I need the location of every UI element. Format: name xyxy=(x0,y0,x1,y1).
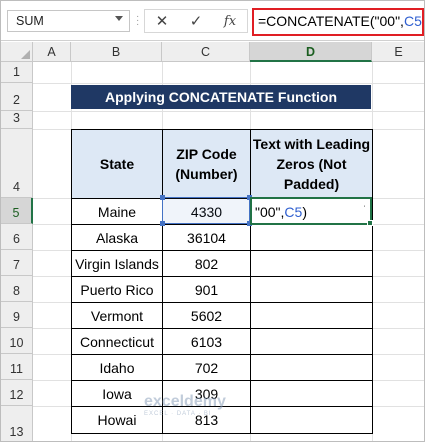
row-number: 9 xyxy=(13,310,20,324)
state-cell[interactable]: Vermont xyxy=(72,303,162,328)
row-header-12[interactable]: 12 xyxy=(1,380,33,406)
row-header-6[interactable]: 6 xyxy=(1,224,33,250)
row-header-3[interactable]: 3 xyxy=(1,111,33,129)
gridline xyxy=(33,111,424,112)
edit-text-reference: C5 xyxy=(284,204,303,220)
formula-closing: ) xyxy=(422,13,423,29)
formula-input[interactable]: =CONCATENATE("00",C5) xyxy=(252,8,424,36)
name-box[interactable]: SUM xyxy=(7,10,130,32)
column-header-a[interactable]: A xyxy=(33,42,71,62)
state-cell[interactable]: Puerto Rico xyxy=(72,277,162,302)
row-header-2[interactable]: 2 xyxy=(1,83,33,111)
row-header-10[interactable]: 10 xyxy=(1,328,33,354)
state-cell[interactable]: Alaska xyxy=(72,225,162,250)
zip-cell[interactable]: 702 xyxy=(163,355,250,380)
zip-cell[interactable]: 36104 xyxy=(163,225,250,250)
table-title: Applying CONCATENATE Function xyxy=(71,85,371,109)
drag-handle-icon[interactable]: · · · xyxy=(136,12,139,30)
row-number: 2 xyxy=(13,93,20,107)
insert-function-icon[interactable]: fx xyxy=(219,12,241,32)
table-border xyxy=(71,433,373,434)
chevron-down-icon[interactable] xyxy=(115,16,123,21)
row-number: 4 xyxy=(13,180,20,194)
table-border xyxy=(71,276,373,277)
column-header-b[interactable]: B xyxy=(71,42,162,62)
formula-text: =CONCATENATE("00", xyxy=(258,13,404,29)
header-state[interactable]: State xyxy=(72,130,162,198)
table-border xyxy=(372,129,373,434)
row-header-13[interactable]: 13 xyxy=(1,406,33,441)
table-border xyxy=(71,250,373,251)
row-header-9[interactable]: 9 xyxy=(1,302,33,328)
table-border xyxy=(71,129,72,434)
state-cell[interactable]: Maine xyxy=(72,199,162,224)
row-number: 8 xyxy=(13,284,20,298)
name-box-value: SUM xyxy=(16,14,44,28)
table-border xyxy=(71,129,373,130)
text-cursor-icon: ˌ xyxy=(363,197,367,208)
reference-corner-handle[interactable] xyxy=(160,195,165,200)
table-border xyxy=(71,354,373,355)
row-number: 3 xyxy=(13,111,20,125)
zip-cell[interactable]: 6103 xyxy=(163,329,250,354)
edit-text-prefix: "00", xyxy=(255,204,285,220)
row-number: 13 xyxy=(9,425,24,439)
state-cell[interactable]: Connecticut xyxy=(72,329,162,354)
table-border xyxy=(71,380,373,381)
table-border xyxy=(71,302,373,303)
header-leading-zeros[interactable]: Text with Leading Zeros (Not Padded) xyxy=(251,130,372,198)
row-number: 11 xyxy=(10,362,23,376)
enter-icon[interactable]: ✓ xyxy=(185,12,207,32)
row-header-7[interactable]: 7 xyxy=(1,250,33,276)
row-number: 7 xyxy=(13,258,20,272)
header-zip-code[interactable]: ZIP Code (Number) xyxy=(163,130,250,198)
watermark-logo: exceldemy EXCEL · DATA · BI xyxy=(144,393,226,417)
column-header-c[interactable]: C xyxy=(162,42,250,62)
watermark-tagline: EXCEL · DATA · BI xyxy=(144,411,212,417)
formula-buttons: ✕ ✓ fx xyxy=(144,9,248,33)
fill-handle[interactable] xyxy=(367,220,373,226)
row-number: 1 xyxy=(13,65,20,79)
row-header-1[interactable]: 1 xyxy=(1,62,33,83)
table-border xyxy=(71,328,373,329)
state-cell[interactable]: Idaho xyxy=(72,355,162,380)
formula-bar: SUM ··· ✕ ✓ fx =CONCATENATE("00",C5) xyxy=(1,1,424,41)
select-all-button[interactable] xyxy=(1,42,33,62)
zip-cell[interactable]: 5602 xyxy=(163,303,250,328)
edit-text-suffix: ) xyxy=(302,204,307,220)
column-header-d[interactable]: D xyxy=(250,42,372,62)
row-header-5[interactable]: 5 xyxy=(1,198,33,224)
row-header-11[interactable]: 11 xyxy=(1,354,33,380)
row-number: 6 xyxy=(13,232,20,246)
state-cell[interactable]: Virgin Islands xyxy=(72,251,162,276)
row-number: 10 xyxy=(9,336,24,350)
row-number: 5 xyxy=(12,206,20,220)
table-border xyxy=(250,129,251,434)
referenced-cell-highlight xyxy=(162,197,250,224)
row-number: 12 xyxy=(9,388,24,402)
zip-cell[interactable]: 901 xyxy=(163,277,250,302)
table-border xyxy=(162,129,163,434)
column-header-e[interactable]: E xyxy=(372,42,424,62)
select-all-icon xyxy=(21,50,30,59)
spreadsheet-window: SUM ··· ✕ ✓ fx =CONCATENATE("00",C5) A B… xyxy=(0,0,425,442)
cell-edit-text[interactable]: "00",C5) xyxy=(255,204,307,220)
watermark-name: exceldemy xyxy=(144,393,226,410)
reference-corner-handle[interactable] xyxy=(160,221,165,226)
gridline xyxy=(33,83,424,84)
zip-cell[interactable]: 802 xyxy=(163,251,250,276)
formula-reference: C5 xyxy=(403,13,422,29)
row-header-4[interactable]: 4 xyxy=(1,129,33,198)
cancel-icon[interactable]: ✕ xyxy=(151,12,173,32)
row-header-8[interactable]: 8 xyxy=(1,276,33,302)
